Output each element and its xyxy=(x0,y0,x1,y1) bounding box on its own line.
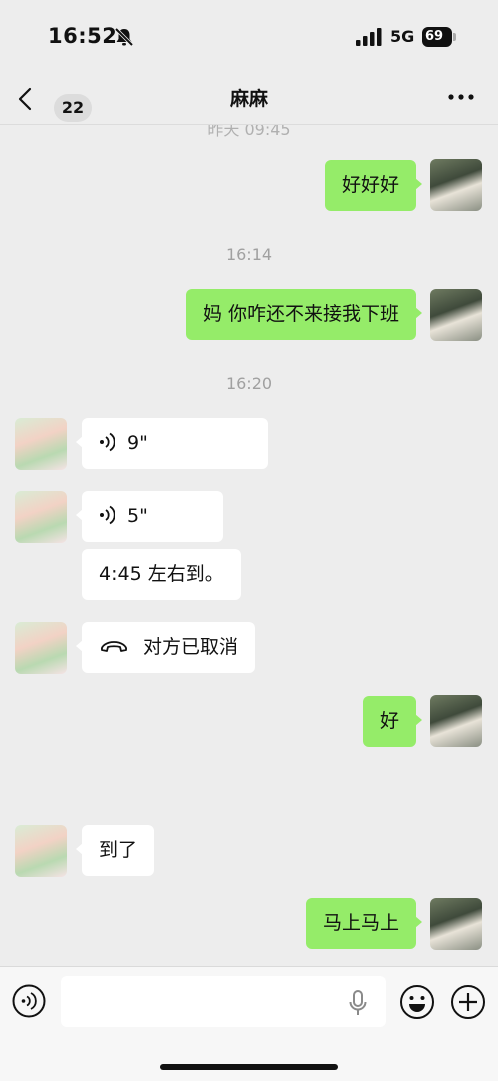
home-indicator xyxy=(160,1064,338,1070)
input-bar xyxy=(0,966,498,1081)
status-bar: 16:52 5G 69 xyxy=(0,0,498,72)
status-time: 16:52 xyxy=(48,24,118,48)
network-type: 5G xyxy=(390,27,415,46)
my-message-bubble[interactable]: 好好好 xyxy=(324,160,423,211)
signal-icon xyxy=(356,28,382,46)
plus-icon[interactable] xyxy=(450,984,486,1020)
my-avatar[interactable] xyxy=(430,695,482,747)
call-status-text: 对方已取消 xyxy=(143,636,239,658)
back-button[interactable]: 22 xyxy=(14,84,92,122)
voice-wave-icon xyxy=(100,432,115,451)
message-input[interactable] xyxy=(61,976,386,1027)
emoji-icon[interactable] xyxy=(399,984,435,1020)
contact-message-bubble[interactable]: 4:45 左右到。 xyxy=(82,549,241,600)
chevron-left-icon xyxy=(18,87,32,111)
voice-duration: 5" xyxy=(127,505,148,527)
contact-avatar[interactable] xyxy=(15,491,67,543)
microphone-icon[interactable] xyxy=(348,990,368,1016)
battery-tip xyxy=(453,33,456,41)
contact-avatar[interactable] xyxy=(15,622,67,674)
my-message-bubble[interactable]: 好 xyxy=(362,696,423,747)
call-record-bubble[interactable]: 对方已取消 xyxy=(75,622,256,673)
timestamp: 昨天 09:45 xyxy=(207,125,291,139)
my-avatar[interactable] xyxy=(430,898,482,950)
my-message-bubble[interactable]: 妈 你咋还不来接我下班 xyxy=(185,289,423,340)
timestamp: 16:20 xyxy=(225,374,273,393)
timestamp: 16:14 xyxy=(225,245,273,264)
phone-hangup-icon xyxy=(101,640,127,652)
voice-input-icon[interactable] xyxy=(12,984,46,1018)
contact-avatar[interactable] xyxy=(15,825,67,877)
chat-header: 22 麻麻 xyxy=(0,72,498,125)
unread-count-badge: 22 xyxy=(54,94,92,122)
voice-wave-icon xyxy=(100,505,115,524)
more-dots-icon[interactable] xyxy=(446,92,476,102)
voice-message-bubble[interactable]: 9" xyxy=(76,418,268,469)
battery-level: 69 xyxy=(422,27,452,47)
voice-duration: 9" xyxy=(127,432,148,454)
voice-message-bubble[interactable]: 5" xyxy=(76,491,223,542)
bell-slash-icon xyxy=(114,27,134,47)
my-avatar[interactable] xyxy=(430,159,482,211)
my-message-bubble[interactable]: 马上马上 xyxy=(305,898,423,949)
my-avatar[interactable] xyxy=(430,289,482,341)
message-list[interactable]: 昨天 09:45 好好好 16:14 妈 你咋还不来接我下班 16:20 9" … xyxy=(0,125,498,965)
contact-avatar[interactable] xyxy=(15,418,67,470)
contact-message-bubble[interactable]: 到了 xyxy=(75,825,155,876)
